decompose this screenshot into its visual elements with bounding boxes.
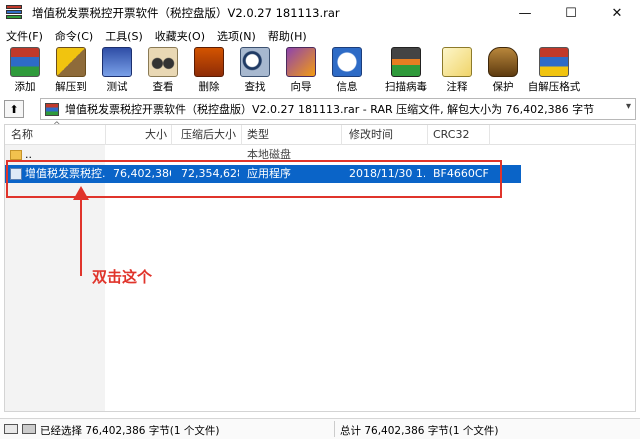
archive-icon: [45, 102, 59, 116]
test-icon: [102, 47, 132, 77]
delete-icon: [194, 47, 224, 77]
info-button[interactable]: 信息: [324, 46, 370, 94]
winrar-app-icon: [6, 5, 24, 21]
annotation-arrow-line: [80, 196, 82, 276]
comment-label: 注释: [446, 81, 468, 93]
menu-file[interactable]: 文件(F): [6, 28, 43, 44]
comment-button[interactable]: 注释: [434, 46, 480, 94]
toolbar: 添加 解压到 测试 查看 删除 查找 向导 信息 扫描病毒 注释 保护 自解压格…: [0, 46, 640, 94]
delete-label: 删除: [198, 81, 220, 93]
scan-virus-button[interactable]: 扫描病毒: [378, 46, 434, 94]
find-label: 查找: [244, 81, 266, 93]
protect-label: 保护: [492, 81, 514, 93]
sort-up-icon: ^: [53, 121, 61, 131]
wizard-icon: [286, 47, 316, 77]
window-title: 增值税发票税控开票软件（税控盘版）V2.0.27 181113.rar: [32, 6, 340, 20]
column-separator[interactable]: [105, 125, 106, 145]
view-icon: [148, 47, 178, 77]
view-label: 查看: [152, 81, 174, 93]
up-folder-button[interactable]: ⬆: [4, 100, 24, 118]
lock-icon: [22, 424, 36, 434]
wizard-label: 向导: [290, 81, 312, 93]
find-icon: [240, 47, 270, 77]
maximize-button[interactable]: ☐: [548, 0, 594, 26]
column-size[interactable]: 大小: [145, 125, 167, 145]
annotation-text: 双击这个: [92, 268, 153, 286]
column-separator[interactable]: [489, 125, 490, 145]
protect-button[interactable]: 保护: [480, 46, 526, 94]
column-name[interactable]: 名称: [11, 125, 33, 145]
info-label: 信息: [336, 81, 358, 93]
title-bar: 增值税发票税控开票软件（税控盘版）V2.0.27 181113.rar — ☐ …: [0, 0, 640, 26]
minimize-button[interactable]: —: [502, 0, 548, 26]
close-button[interactable]: ✕: [594, 0, 640, 26]
test-button[interactable]: 测试: [94, 46, 140, 94]
protect-icon: [488, 47, 518, 77]
folder-icon: [10, 150, 22, 160]
column-header: 名称 ^ 大小 压缩后大小 类型 修改时间 CRC32: [5, 121, 635, 145]
up-arrow-icon: ⬆: [9, 102, 19, 116]
chevron-down-icon[interactable]: ▾: [626, 101, 631, 112]
add-label: 添加: [14, 81, 36, 93]
column-crc[interactable]: CRC32: [433, 125, 469, 145]
column-type[interactable]: 类型: [247, 125, 269, 145]
info-icon: [332, 47, 362, 77]
column-modified[interactable]: 修改时间: [349, 125, 393, 145]
add-button[interactable]: 添加: [2, 46, 48, 94]
test-label: 测试: [106, 81, 128, 93]
add-icon: [10, 47, 40, 77]
sfx-icon: [539, 47, 569, 77]
extract-label: 解压到: [55, 81, 87, 93]
find-button[interactable]: 查找: [232, 46, 278, 94]
column-separator[interactable]: [341, 125, 342, 145]
drive-icon: [4, 424, 18, 434]
extract-to-button[interactable]: 解压到: [48, 46, 94, 94]
delete-button[interactable]: 删除: [186, 46, 232, 94]
extract-icon: [56, 47, 86, 77]
column-separator[interactable]: [427, 125, 428, 145]
status-bar: 已经选择 76,402,386 字节(1 个文件) 总计 76,402,386 …: [0, 418, 640, 439]
wizard-button[interactable]: 向导: [278, 46, 324, 94]
status-total: 总计 76,402,386 字节(1 个文件): [340, 425, 499, 437]
column-separator[interactable]: [241, 125, 242, 145]
comment-icon: [442, 47, 472, 77]
view-button[interactable]: 查看: [140, 46, 186, 94]
address-bar: ⬆ 增值税发票税控开票软件（税控盘版）V2.0.27 181113.rar - …: [0, 96, 640, 122]
path-text: 增值税发票税控开票软件（税控盘版）V2.0.27 181113.rar - RA…: [65, 103, 595, 116]
menu-bar: 文件(F) 命令(C) 工具(S) 收藏夹(O) 选项(N) 帮助(H): [0, 26, 640, 46]
path-box[interactable]: 增值税发票税控开票软件（税控盘版）V2.0.27 181113.rar - RA…: [40, 98, 636, 120]
column-separator[interactable]: [171, 125, 172, 145]
menu-favorites[interactable]: 收藏夹(O): [155, 28, 205, 44]
menu-tools[interactable]: 工具(S): [105, 28, 143, 44]
scan-label: 扫描病毒: [385, 81, 427, 93]
column-packed[interactable]: 压缩后大小: [181, 125, 236, 145]
menu-command[interactable]: 命令(C): [55, 28, 93, 44]
sfx-button[interactable]: 自解压格式: [526, 46, 582, 94]
status-selected: 已经选择 76,402,386 字节(1 个文件): [40, 425, 220, 437]
scan-icon: [391, 47, 421, 77]
sfx-label: 自解压格式: [527, 81, 581, 93]
menu-options[interactable]: 选项(N): [217, 28, 256, 44]
status-divider: [334, 421, 335, 437]
menu-help[interactable]: 帮助(H): [268, 28, 307, 44]
window-controls: — ☐ ✕: [502, 0, 640, 26]
